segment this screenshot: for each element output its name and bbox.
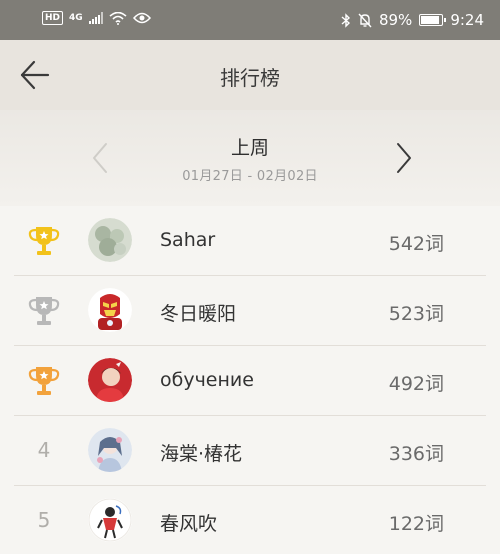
list-item[interactable]: 冬日暖阳 523词 — [0, 276, 500, 346]
mute-bell-icon — [358, 13, 372, 27]
rank-number: 5 — [37, 508, 51, 532]
word-count: 122词 — [388, 513, 444, 535]
page-title: 排行榜 — [220, 66, 280, 90]
battery-tip — [444, 18, 447, 22]
list-item[interactable]: 4 海棠·椿花 336词 — [0, 416, 500, 486]
avatar-image — [88, 218, 132, 262]
avatar[interactable] — [88, 358, 132, 402]
word-count: 492词 — [388, 373, 444, 395]
gold-trophy-icon — [28, 227, 60, 255]
list-item[interactable]: обучение 492词 — [0, 346, 500, 416]
user-name: Sahar — [160, 229, 216, 251]
list-item[interactable]: 5 春风吹 122词 — [0, 486, 500, 554]
week-label: 上周 — [230, 137, 269, 159]
week-selector: 上周 01月27日 - 02月02日 — [0, 110, 500, 206]
battery-icon — [419, 14, 447, 26]
user-name: обучение — [160, 369, 254, 391]
silver-trophy-icon — [28, 297, 60, 325]
chevron-right-icon[interactable] — [392, 140, 416, 176]
avatar[interactable] — [88, 498, 132, 542]
user-name: 冬日暖阳 — [160, 303, 237, 325]
user-name: 海棠·椿花 — [160, 443, 243, 465]
week-date-range: 01月27日 - 02月02日 — [182, 169, 318, 184]
bronze-trophy-icon — [28, 367, 60, 395]
network-type: 4G — [69, 13, 83, 23]
wifi-icon — [109, 11, 127, 25]
eye-icon — [132, 12, 151, 24]
avatar[interactable] — [88, 428, 132, 472]
avatar[interactable] — [88, 218, 132, 262]
user-name: 春风吹 — [160, 513, 218, 535]
avatar-image — [88, 498, 132, 542]
status-right: 89% 9:24 — [341, 11, 484, 29]
word-count: 336词 — [388, 443, 444, 465]
signal-icon — [88, 12, 103, 24]
bluetooth-icon — [341, 12, 350, 28]
hd-badge: HD — [42, 11, 64, 25]
ranking-list: Sahar 542词 冬日暖阳 523词 обучение 492词 4 海棠·… — [0, 206, 500, 554]
app-bar: 排行榜 — [0, 40, 500, 110]
rank-number: 4 — [37, 438, 51, 462]
battery-percent: 89% — [378, 11, 413, 29]
status-left: HD 4G — [42, 11, 151, 25]
list-item[interactable]: Sahar 542词 — [0, 206, 500, 276]
word-count: 542词 — [388, 233, 444, 255]
avatar[interactable] — [88, 288, 132, 332]
avatar-image — [88, 288, 132, 332]
clock: 9:24 — [450, 11, 484, 29]
avatar-image — [88, 428, 132, 472]
word-count: 523词 — [388, 303, 444, 325]
status-bar: HD 4G 89% 9:24 — [0, 0, 500, 40]
battery-fill — [421, 16, 440, 24]
avatar-image — [88, 358, 132, 402]
